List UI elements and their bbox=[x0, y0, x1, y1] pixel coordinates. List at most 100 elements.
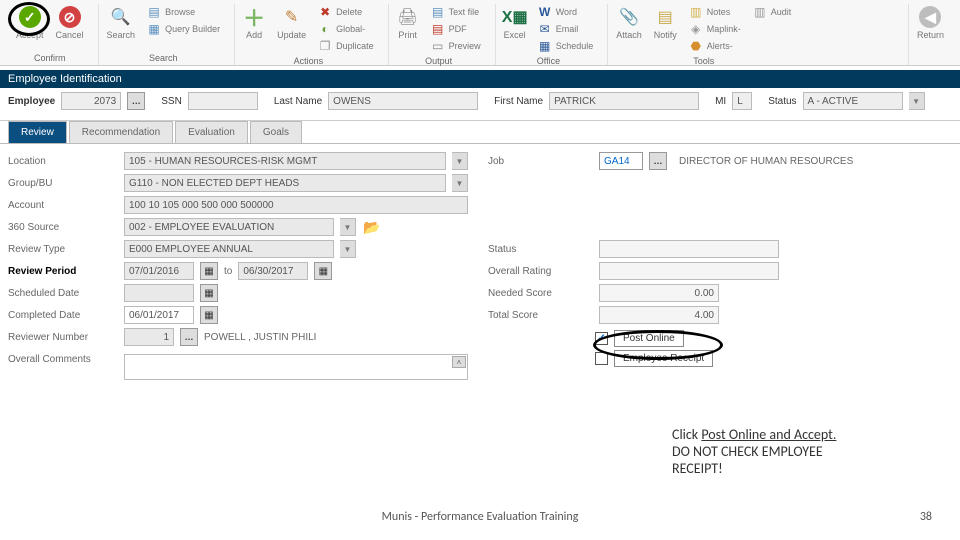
type-dropdown-icon[interactable]: ▼ bbox=[340, 240, 356, 258]
print-button[interactable]: 🖨 Print bbox=[395, 4, 421, 42]
duplicate-button[interactable]: ❐Duplicate bbox=[316, 38, 376, 54]
employee-lookup-button[interactable]: … bbox=[127, 92, 145, 110]
location-field[interactable]: 105 - HUMAN RESOURCES-RISK MGMT bbox=[124, 152, 446, 170]
return-button[interactable]: ◀ Return bbox=[915, 4, 946, 42]
maplink-button[interactable]: ◈Maplink- bbox=[687, 21, 743, 37]
group-field[interactable]: G110 - NON ELECTED DEPT HEADS bbox=[124, 174, 446, 192]
status-label: Status bbox=[768, 96, 796, 107]
job-lookup-button[interactable]: … bbox=[649, 152, 667, 170]
ribbon-footer-office: Office bbox=[537, 54, 560, 68]
needed-field: 0.00 bbox=[599, 284, 719, 302]
rating-field[interactable] bbox=[599, 262, 779, 280]
reviewer-number-field[interactable]: 1 bbox=[124, 328, 174, 346]
add-button[interactable]: ＋ Add bbox=[241, 4, 267, 42]
job-code-field[interactable]: GA14 bbox=[599, 152, 643, 170]
completed-field[interactable]: 06/01/2017 bbox=[124, 306, 194, 324]
type-field[interactable]: E000 EMPLOYEE ANNUAL bbox=[124, 240, 334, 258]
reviewer-name: POWELL , JUSTIN PHILI bbox=[204, 332, 316, 343]
search-button[interactable]: 🔍 Search bbox=[105, 4, 138, 42]
ribbon-group-tools: 📎 Attach ▤ Notify ▥Notes ◈Maplink- ⬣ Aler… bbox=[607, 4, 799, 65]
ribbon-group-confirm: ✓ Accept ⊘ Cancel Confirm bbox=[8, 4, 92, 65]
location-dropdown-icon[interactable]: ▼ bbox=[452, 152, 468, 170]
alerts-icon: ⬣ bbox=[689, 39, 703, 53]
delete-label: Delete bbox=[336, 7, 362, 17]
cancel-button[interactable]: ⊘ Cancel bbox=[54, 4, 86, 42]
tab-goals[interactable]: Goals bbox=[250, 121, 302, 143]
account-field[interactable]: 100 10 105 000 500 000 500000 bbox=[124, 196, 468, 214]
preview-label: Preview bbox=[449, 41, 481, 51]
attach-label: Attach bbox=[616, 30, 642, 40]
completed-calendar-button[interactable]: ▦ bbox=[200, 306, 218, 324]
source-dropdown-icon[interactable]: ▼ bbox=[340, 218, 356, 236]
comments-textarea[interactable]: ˄ bbox=[124, 354, 468, 380]
globe-icon: ◐ bbox=[318, 22, 332, 36]
tabs: Review Recommendation Evaluation Goals bbox=[0, 121, 960, 144]
preview-button[interactable]: ▭Preview bbox=[429, 38, 483, 54]
update-label: Update bbox=[277, 30, 306, 40]
ribbon-group-office: X▦ Excel WWord ✉Email ▦Schedule Office bbox=[495, 4, 602, 65]
mi-field[interactable]: L bbox=[732, 92, 752, 110]
job-title: DIRECTOR OF HUMAN RESOURCES bbox=[679, 156, 853, 167]
global-button[interactable]: ◐Global- bbox=[316, 21, 376, 37]
email-button[interactable]: ✉Email bbox=[536, 21, 596, 37]
email-label: Email bbox=[556, 24, 579, 34]
post-online-checkbox[interactable] bbox=[595, 332, 608, 345]
tab-evaluation[interactable]: Evaluation bbox=[175, 121, 248, 143]
period-to-calendar-button[interactable]: ▦ bbox=[314, 262, 332, 280]
accept-button[interactable]: ✓ Accept bbox=[14, 4, 46, 42]
attach-button[interactable]: 📎 Attach bbox=[614, 4, 644, 42]
word-button[interactable]: WWord bbox=[536, 4, 596, 20]
employee-field[interactable]: 2073 bbox=[61, 92, 121, 110]
alerts-button[interactable]: ⬣ Alerts- bbox=[687, 38, 743, 54]
period-from-calendar-button[interactable]: ▦ bbox=[200, 262, 218, 280]
notify-button[interactable]: ▤ Notify bbox=[652, 4, 679, 42]
add-label: Add bbox=[246, 30, 262, 40]
textfile-button[interactable]: ▤Text file bbox=[429, 4, 483, 20]
status-dropdown-icon[interactable]: ▼ bbox=[909, 92, 925, 110]
tab-review[interactable]: Review bbox=[8, 121, 67, 143]
scheduled-field[interactable] bbox=[124, 284, 194, 302]
account-label: Account bbox=[8, 200, 118, 211]
scheduled-calendar-button[interactable]: ▦ bbox=[200, 284, 218, 302]
source-field[interactable]: 002 - EMPLOYEE EVALUATION bbox=[124, 218, 334, 236]
firstname-field[interactable]: PATRICK bbox=[549, 92, 699, 110]
status2-field[interactable] bbox=[599, 240, 779, 258]
ribbon-footer-actions: Actions bbox=[294, 54, 324, 68]
instruction-line1a: Click bbox=[672, 426, 701, 443]
total-field: 4.00 bbox=[599, 306, 719, 324]
section-header: Employee Identification bbox=[0, 70, 960, 88]
instruction-line1b: Post Online and Accept. bbox=[701, 426, 836, 443]
schedule-icon: ▦ bbox=[538, 39, 552, 53]
schedule-button[interactable]: ▦Schedule bbox=[536, 38, 596, 54]
excel-button[interactable]: X▦ Excel bbox=[502, 4, 528, 42]
period-from-field[interactable]: 07/01/2016 bbox=[124, 262, 194, 280]
status-field[interactable]: A - ACTIVE bbox=[803, 92, 903, 110]
plus-icon: ＋ bbox=[243, 6, 265, 28]
ssn-field[interactable] bbox=[188, 92, 258, 110]
lastname-field[interactable]: OWENS bbox=[328, 92, 478, 110]
group-dropdown-icon[interactable]: ▼ bbox=[452, 174, 468, 192]
employee-receipt-checkbox[interactable] bbox=[595, 352, 608, 365]
period-to-field[interactable]: 06/30/2017 bbox=[238, 262, 308, 280]
alerts-label: Alerts- bbox=[707, 41, 733, 51]
return-label: Return bbox=[917, 30, 944, 40]
comments-scroll-up[interactable]: ˄ bbox=[452, 356, 466, 368]
reviewer-lookup-button[interactable]: … bbox=[180, 328, 198, 346]
excel-label: Excel bbox=[504, 30, 526, 40]
audit-button[interactable]: ▥Audit bbox=[751, 4, 794, 20]
query-builder-button[interactable]: ▦ Query Builder bbox=[145, 21, 222, 37]
delete-button[interactable]: ✖Delete bbox=[316, 4, 376, 20]
browse-label: Browse bbox=[165, 7, 195, 17]
reviewer-label: Reviewer Number bbox=[8, 332, 118, 343]
update-button[interactable]: ✎ Update bbox=[275, 4, 308, 42]
group-label: Group/BU bbox=[8, 178, 118, 189]
pdf-button[interactable]: ▤PDF bbox=[429, 21, 483, 37]
notes-button[interactable]: ▥Notes bbox=[687, 4, 743, 20]
tab-recommendation[interactable]: Recommendation bbox=[69, 121, 173, 143]
browse-button[interactable]: ▤ Browse bbox=[145, 4, 222, 20]
employee-identification-row: Employee 2073 … SSN Last Name OWENS Firs… bbox=[0, 88, 960, 121]
employee-receipt-label: Employee Receipt bbox=[614, 350, 713, 367]
instruction-line2: DO NOT CHECK EMPLOYEE bbox=[672, 443, 836, 460]
printer-icon: 🖨 bbox=[397, 6, 419, 28]
source-folder-button[interactable]: 📂 bbox=[362, 218, 382, 236]
